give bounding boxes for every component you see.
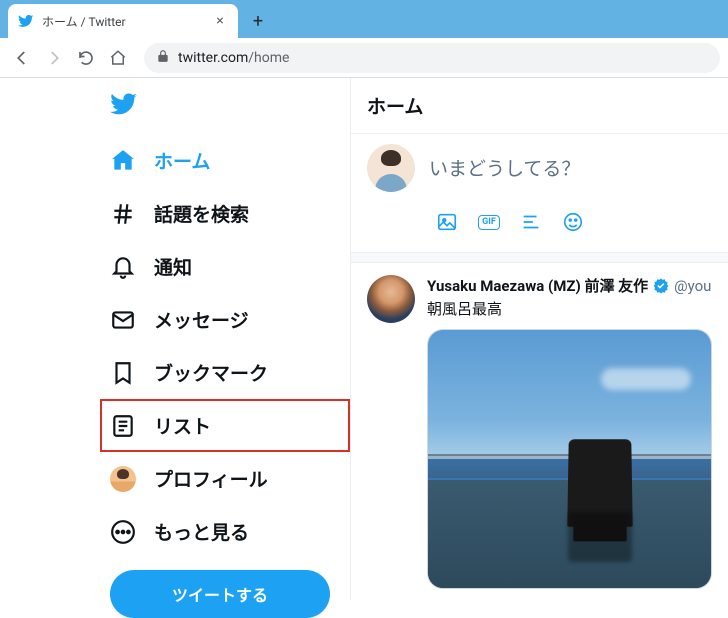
more-icon xyxy=(110,519,136,545)
sidebar-item-lists[interactable]: リスト xyxy=(100,399,350,452)
sidebar-item-home[interactable]: ホーム xyxy=(100,134,350,187)
composer-input[interactable]: いまどうしてる？ xyxy=(429,144,712,192)
verified-badge-icon xyxy=(652,277,670,295)
sidebar-item-label: プロフィール xyxy=(154,465,268,492)
tab-strip: ホーム / Twitter × + xyxy=(0,0,728,38)
reload-button[interactable] xyxy=(72,44,100,72)
profile-avatar-icon xyxy=(110,466,136,492)
tweet-author-name[interactable]: Yusaku Maezawa (MZ) 前澤 友作 xyxy=(427,275,648,296)
home-button[interactable] xyxy=(104,44,132,72)
browser-toolbar: twitter.com/home xyxy=(0,38,728,78)
browser-tab[interactable]: ホーム / Twitter × xyxy=(8,4,238,38)
sidebar-item-messages[interactable]: メッセージ xyxy=(100,293,350,346)
tweet[interactable]: Yusaku Maezawa (MZ) 前澤 友作 @you 朝風呂最高 xyxy=(351,263,728,589)
sidebar-item-label: リスト xyxy=(154,412,211,439)
main-column: ホーム いまどうしてる？ GIF Yusaku Maezawa (MZ) 前澤 … xyxy=(350,78,728,600)
user-avatar[interactable] xyxy=(367,144,415,192)
hash-icon xyxy=(110,201,136,227)
sidebar-item-label: ブックマーク xyxy=(154,359,268,386)
sidebar-item-label: 話題を検索 xyxy=(154,200,249,227)
page: ホーム 話題を検索 通知 メッセージ ブックマーク xyxy=(0,78,728,600)
home-icon xyxy=(110,148,136,174)
gif-icon[interactable]: GIF xyxy=(471,204,507,240)
tweet-author-avatar[interactable] xyxy=(367,275,415,323)
sidebar-item-notifications[interactable]: 通知 xyxy=(100,240,350,293)
tab-title: ホーム / Twitter xyxy=(42,13,204,30)
tweet-composer: いまどうしてる？ xyxy=(351,134,728,196)
sidebar-item-more[interactable]: もっと見る xyxy=(100,505,350,558)
tweet-body: Yusaku Maezawa (MZ) 前澤 友作 @you 朝風呂最高 xyxy=(427,275,712,589)
envelope-icon xyxy=(110,307,136,333)
sidebar-item-bookmarks[interactable]: ブックマーク xyxy=(100,346,350,399)
timeline-gap xyxy=(351,253,728,263)
sidebar-item-label: メッセージ xyxy=(154,306,249,333)
url-text: twitter.com/home xyxy=(178,50,289,66)
sidebar-item-label: ホーム xyxy=(154,147,210,174)
page-title: ホーム xyxy=(367,92,712,119)
tweet-author-handle[interactable]: @you xyxy=(674,277,711,295)
sidebar-item-profile[interactable]: プロフィール xyxy=(100,452,350,505)
back-button[interactable] xyxy=(8,44,36,72)
tweet-button[interactable]: ツイートする xyxy=(110,570,330,618)
browser-chrome: ホーム / Twitter × + twitter.com/home xyxy=(0,0,728,78)
new-tab-button[interactable]: + xyxy=(244,7,272,35)
twitter-logo[interactable] xyxy=(100,84,350,134)
emoji-icon[interactable] xyxy=(555,204,591,240)
sidebar-item-label: もっと見る xyxy=(154,518,249,545)
close-tab-icon[interactable]: × xyxy=(212,13,228,29)
twitter-favicon-icon xyxy=(18,13,34,29)
composer-actions: GIF xyxy=(351,196,728,253)
media-icon[interactable] xyxy=(429,204,465,240)
list-icon xyxy=(110,413,136,439)
sidebar-item-explore[interactable]: 話題を検索 xyxy=(100,187,350,240)
bell-icon xyxy=(110,254,136,280)
tweet-text: 朝風呂最高 xyxy=(427,298,712,319)
main-header: ホーム xyxy=(351,78,728,134)
poll-icon[interactable] xyxy=(513,204,549,240)
lock-icon xyxy=(156,48,170,67)
tweet-image[interactable] xyxy=(427,329,712,589)
sidebar: ホーム 話題を検索 通知 メッセージ ブックマーク xyxy=(0,78,350,600)
tweet-header: Yusaku Maezawa (MZ) 前澤 友作 @you xyxy=(427,275,712,296)
forward-button[interactable] xyxy=(40,44,68,72)
address-bar[interactable]: twitter.com/home xyxy=(144,43,720,73)
bookmark-icon xyxy=(110,360,136,386)
sidebar-item-label: 通知 xyxy=(154,253,192,280)
